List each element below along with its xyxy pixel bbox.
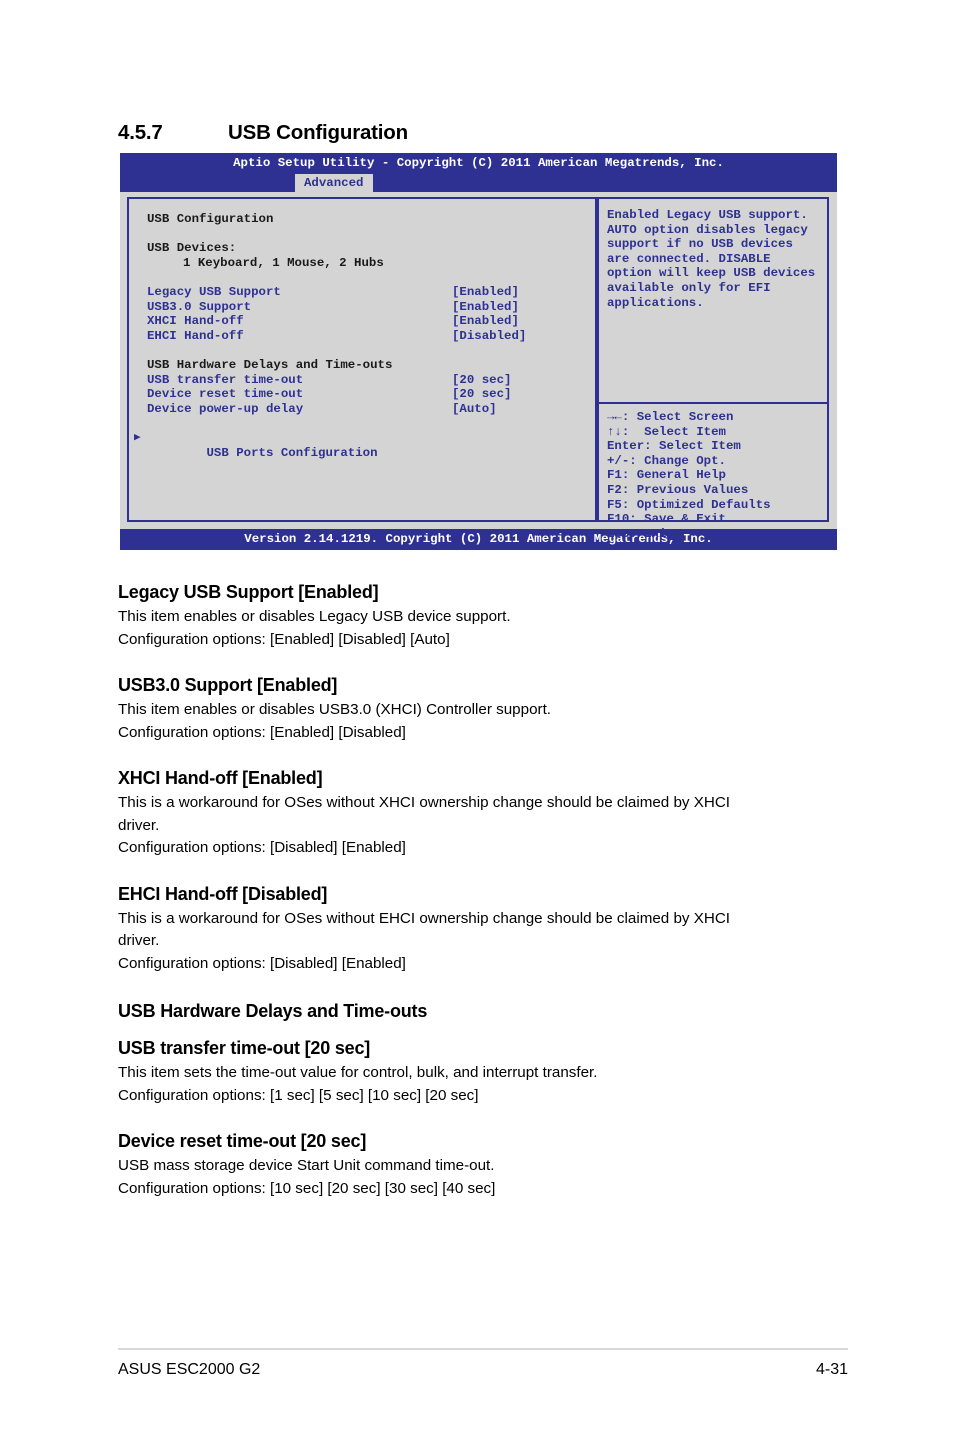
setting-label: Device power-up delay xyxy=(147,401,304,416)
setting-row-device-reset-time-out[interactable]: Device reset time-out [20 sec] xyxy=(147,387,585,402)
setting-row-usb30-support[interactable]: USB3.0 Support [Enabled] xyxy=(147,300,585,315)
section-number: 4.5.7 xyxy=(118,121,163,144)
footer-page-number: 4-31 xyxy=(815,1361,848,1378)
nav-key-f2-previous-values: F2: Previous Values xyxy=(607,482,749,497)
nav-key-select-item-arrows: ↑↓: Select Item xyxy=(607,424,726,439)
doc-line: This is a workaround for OSes without XH… xyxy=(118,794,731,811)
doc-block-device-reset-time-out: Device reset time-out [20 sec] USB mass … xyxy=(118,1131,848,1200)
submenu-label: USB Ports Configuration xyxy=(206,445,378,460)
doc-heading: Legacy USB Support [Enabled] xyxy=(118,582,379,602)
setting-row-ehci-hand-off[interactable]: EHCI Hand-off [Disabled] xyxy=(147,329,585,344)
doc-heading: XHCI Hand-off [Enabled] xyxy=(118,768,323,788)
doc-line: This is a workaround for OSes without EH… xyxy=(118,909,731,927)
setting-value[interactable]: [Enabled] xyxy=(452,300,519,315)
doc-block-usb-hardware-delays-heading: USB Hardware Delays and Time-outs xyxy=(118,1001,848,1022)
bios-side-panel: Enabled Legacy USB support. AUTO option … xyxy=(597,197,829,541)
setting-label: USB transfer time-out xyxy=(147,372,304,387)
help-line: applications. xyxy=(607,295,704,310)
doc-block-usb30-support: USB3.0 Support [Enabled] This item enabl… xyxy=(118,675,848,744)
bios-body: USB Configuration USB Devices: 1 Keyboar… xyxy=(120,192,837,541)
bios-navigation-keys: →←: Select Screen ↑↓: Select Item Enter:… xyxy=(599,404,827,547)
tab-advanced[interactable]: Advanced xyxy=(295,174,373,192)
help-line: Enabled Legacy USB support. xyxy=(607,208,808,222)
bios-setup-screenshot: Aptio Setup Utility - Copyright (C) 2011… xyxy=(120,153,837,550)
section-title: USB Configuration xyxy=(228,121,408,144)
doc-line: USB mass storage device Start Unit comma… xyxy=(118,1157,495,1174)
help-line: are connected. DISABLE xyxy=(607,251,771,266)
bios-group-heading-delays: USB Hardware Delays and Time-outs xyxy=(147,357,393,372)
setting-label: EHCI Hand-off xyxy=(147,328,244,343)
bios-title-bar: Aptio Setup Utility - Copyright (C) 2011… xyxy=(120,153,837,174)
bios-help-text: Enabled Legacy USB support. AUTO option … xyxy=(599,199,827,402)
doc-line: Configuration options: [Disabled] [Enabl… xyxy=(118,839,406,856)
doc-line: Configuration options: [Enabled] [Disabl… xyxy=(118,723,406,741)
doc-heading: USB transfer time-out [20 sec] xyxy=(118,1038,371,1058)
doc-heading: USB Hardware Delays and Time-outs xyxy=(118,1001,428,1021)
setting-value[interactable]: [Auto] xyxy=(452,402,497,417)
page-title: 4.5.7 USB Configuration xyxy=(118,121,408,145)
doc-heading: USB3.0 Support [Enabled] xyxy=(118,675,338,695)
doc-block-legacy-usb-support: Legacy USB Support [Enabled] This item e… xyxy=(118,582,848,651)
doc-line: driver. xyxy=(118,816,160,834)
doc-line: driver. xyxy=(118,932,160,949)
setting-label: Legacy USB Support xyxy=(147,284,281,299)
setting-label: Device reset time-out xyxy=(147,387,304,402)
nav-key-select-screen: →←: Select Screen xyxy=(607,410,734,424)
usb-devices-value: 1 Keyboard, 1 Mouse, 2 Hubs xyxy=(183,255,384,270)
doc-heading: EHCI Hand-off [Disabled] xyxy=(118,883,328,904)
nav-key-f10-save-exit: F10: Save & Exit xyxy=(607,512,726,527)
setting-row-legacy-usb-support[interactable]: Legacy USB Support [Enabled] xyxy=(147,285,585,300)
usb-devices-label: USB Devices: xyxy=(147,241,237,256)
help-line: AUTO option disables legacy xyxy=(607,222,808,237)
doc-line: Configuration options: [10 sec] [20 sec]… xyxy=(118,1179,496,1197)
setting-value[interactable]: [Enabled] xyxy=(452,314,519,329)
setting-row-usb-transfer-time-out[interactable]: USB transfer time-out [20 sec] xyxy=(147,373,585,388)
setting-label: USB3.0 Support xyxy=(147,299,252,314)
doc-line: This item enables or disables USB3.0 (XH… xyxy=(118,701,552,718)
doc-heading: Device reset time-out [20 sec] xyxy=(118,1131,367,1151)
doc-line: This item sets the time-out value for co… xyxy=(118,1064,598,1081)
doc-line: Configuration options: [Enabled] [Disabl… xyxy=(118,630,450,648)
setting-row-device-power-up-delay[interactable]: Device power-up delay [Auto] xyxy=(147,402,585,417)
help-line: option will keep USB devices xyxy=(607,266,816,281)
bios-settings-panel: USB Configuration USB Devices: 1 Keyboar… xyxy=(127,197,597,522)
setting-row-xhci-hand-off[interactable]: XHCI Hand-off [Enabled] xyxy=(147,314,585,329)
doc-line: Configuration options: [Disabled] [Enabl… xyxy=(118,954,406,972)
setting-value[interactable]: [20 sec] xyxy=(452,373,512,388)
doc-line: Configuration options: [1 sec] [5 sec] [… xyxy=(118,1086,479,1104)
setting-value[interactable]: [Enabled] xyxy=(452,285,519,300)
nav-key-f1-general-help: F1: General Help xyxy=(607,468,726,483)
doc-block-usb-transfer-time-out: USB transfer time-out [20 sec] This item… xyxy=(118,1038,848,1107)
bios-tab-bar: Advanced xyxy=(120,174,837,192)
bios-screen-heading: USB Configuration xyxy=(147,212,274,226)
nav-key-f5-optimized-defaults: F5: Optimized Defaults xyxy=(607,497,771,512)
doc-line: This item enables or disables Legacy USB… xyxy=(118,608,511,625)
page-footer: ASUS ESC2000 G2 4-31 xyxy=(118,1361,848,1379)
doc-block-ehci-hand-off: EHCI Hand-off [Disabled] This is a worka… xyxy=(118,884,848,976)
nav-key-esc-exit: ESC: Exit xyxy=(607,526,674,541)
help-line: support if no USB devices xyxy=(607,237,793,252)
doc-block-xhci-hand-off: XHCI Hand-off [Enabled] This is a workar… xyxy=(118,768,848,860)
setting-value[interactable]: [20 sec] xyxy=(452,387,512,402)
setting-value[interactable]: [Disabled] xyxy=(452,329,526,344)
submenu-usb-ports-configuration[interactable]: ▶ USB Ports Configuration xyxy=(134,431,585,475)
document-body: Legacy USB Support [Enabled] This item e… xyxy=(118,582,848,1224)
setting-label: XHCI Hand-off xyxy=(147,314,244,329)
nav-key-enter-select-item: Enter: Select Item xyxy=(607,439,741,454)
footer-product-name: ASUS ESC2000 G2 xyxy=(118,1361,261,1378)
help-line: available only for EFI xyxy=(607,280,771,295)
nav-key-change-opt: +/-: Change Opt. xyxy=(607,453,726,468)
triangle-right-icon: ▶ xyxy=(134,431,141,444)
footer-divider xyxy=(118,1348,848,1350)
